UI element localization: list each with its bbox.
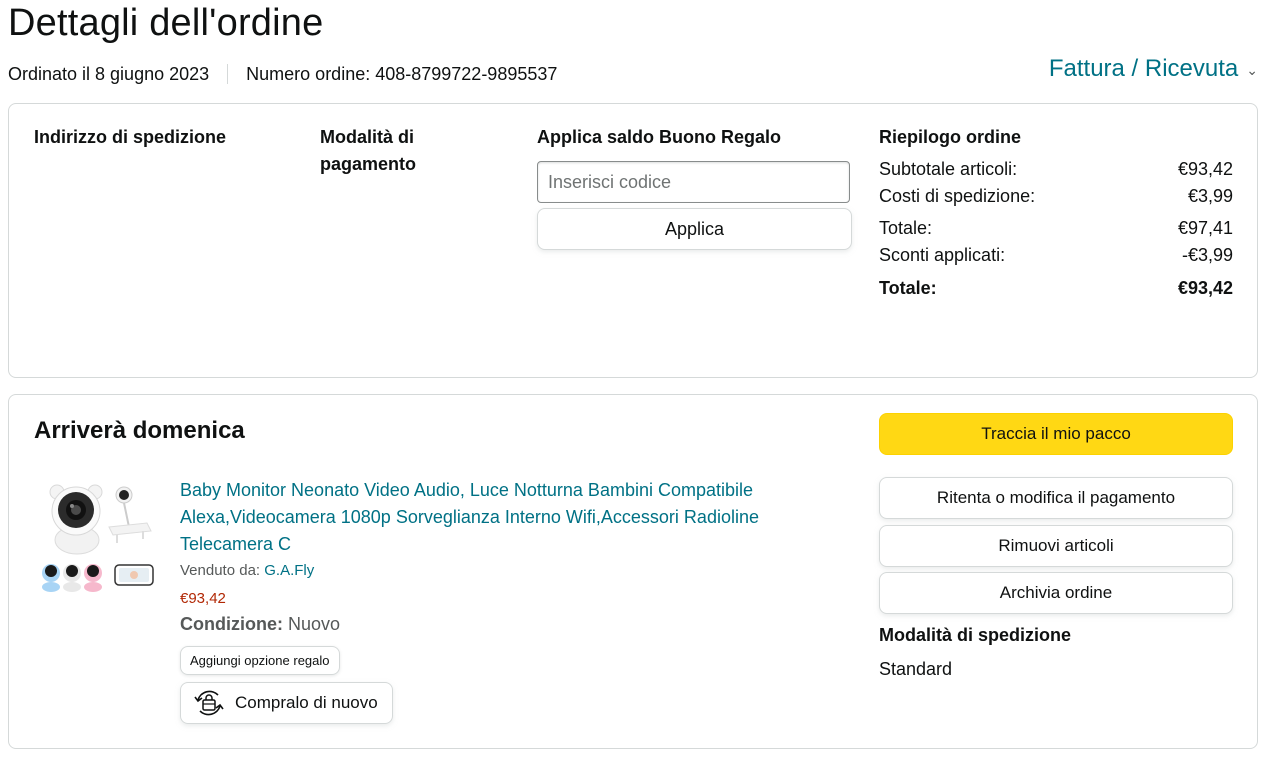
order-meta: Ordinato il 8 giugno 2023 Numero ordine:…: [8, 61, 557, 87]
shipping-method-heading: Modalità di spedizione: [879, 625, 1072, 645]
gift-balance-heading: Applica saldo Buono Regalo: [537, 127, 782, 147]
retry-payment-button[interactable]: Ritenta o modifica il pagamento: [879, 477, 1233, 519]
buy-again-icon: [194, 690, 224, 716]
product-condition: Condizione: Nuovo: [180, 614, 340, 635]
summary-label: Subtotale articoli:: [879, 159, 1018, 179]
seller-info: Venduto da: G.A.Fly: [180, 562, 314, 579]
summary-value: €97,41: [1177, 218, 1233, 238]
payment-method-heading-line1: Modalità di: [320, 127, 414, 147]
order-date: Ordinato il 8 giugno 2023: [8, 63, 210, 84]
summary-value: -€3,99: [1181, 245, 1233, 265]
condition-label: Condizione:: [180, 614, 283, 634]
gift-code-input[interactable]: [537, 161, 850, 203]
page-title: Dettagli dell'ordine: [8, 2, 324, 44]
summary-value: €93,42: [1177, 278, 1233, 298]
summary-label: Totale:: [879, 278, 937, 298]
payment-method-heading-line2: pagamento: [320, 154, 417, 174]
buy-again-button[interactable]: Compralo di nuovo: [180, 682, 393, 724]
shipping-method-value: Standard: [879, 659, 953, 679]
summary-row-shipping: Costi di spedizione: €3,99: [879, 183, 1233, 210]
shipping-address-heading: Indirizzo di spedizione: [34, 127, 227, 147]
meta-divider: [227, 64, 229, 84]
summary-label: Sconti applicati:: [879, 245, 1006, 265]
apply-button[interactable]: Applica: [537, 208, 852, 250]
order-summary-heading: Riepilogo ordine: [879, 127, 1021, 147]
summary-value: €93,42: [1177, 159, 1233, 179]
summary-label: Costi di spedizione:: [879, 186, 1036, 206]
order-summary: Subtotale articoli: €93,42 Costi di sped…: [879, 156, 1233, 302]
condition-value: Nuovo: [282, 614, 341, 634]
order-number: Numero ordine: 408-8799722-9895537: [246, 63, 558, 84]
product-title-link[interactable]: Baby Monitor Neonato Video Audio, Luce N…: [180, 477, 830, 558]
order-details-card: Indirizzo di spedizione Modalità di paga…: [8, 103, 1258, 378]
summary-row-grand-total: Totale: €93,42: [879, 275, 1233, 302]
buy-again-label[interactable]: Compralo di nuovo: [235, 693, 378, 713]
summary-label: Totale:: [879, 218, 933, 238]
sold-by-label: Venduto da:: [180, 562, 265, 579]
track-package-button[interactable]: Traccia il mio pacco: [879, 413, 1233, 455]
invoice-link-label[interactable]: Fattura / Ricevuta: [1049, 55, 1238, 83]
shipment-card: Arriverà domenica Baby Monitor Neonato V: [8, 394, 1258, 749]
summary-row-total: Totale: €97,41: [879, 215, 1233, 242]
product-price: €93,42: [180, 590, 226, 607]
summary-row-discounts: Sconti applicati: -€3,99: [879, 242, 1233, 269]
chevron-down-icon[interactable]: ⌄: [1246, 62, 1258, 79]
summary-value: €3,99: [1187, 186, 1233, 206]
arrival-heading: Arriverà domenica: [34, 417, 245, 444]
archive-order-button[interactable]: Archivia ordine: [879, 572, 1233, 614]
invoice-dropdown[interactable]: Fattura / Ricevuta ⌄: [1049, 55, 1258, 83]
seller-link[interactable]: G.A.Fly: [264, 562, 314, 579]
product-image[interactable]: [39, 477, 159, 599]
payment-method-heading: Modalità di pagamento: [320, 124, 416, 178]
remove-items-button[interactable]: Rimuovi articoli: [879, 525, 1233, 567]
summary-row-subtotal: Subtotale articoli: €93,42: [879, 156, 1233, 183]
add-gift-option-button[interactable]: Aggiungi opzione regalo: [180, 646, 340, 675]
